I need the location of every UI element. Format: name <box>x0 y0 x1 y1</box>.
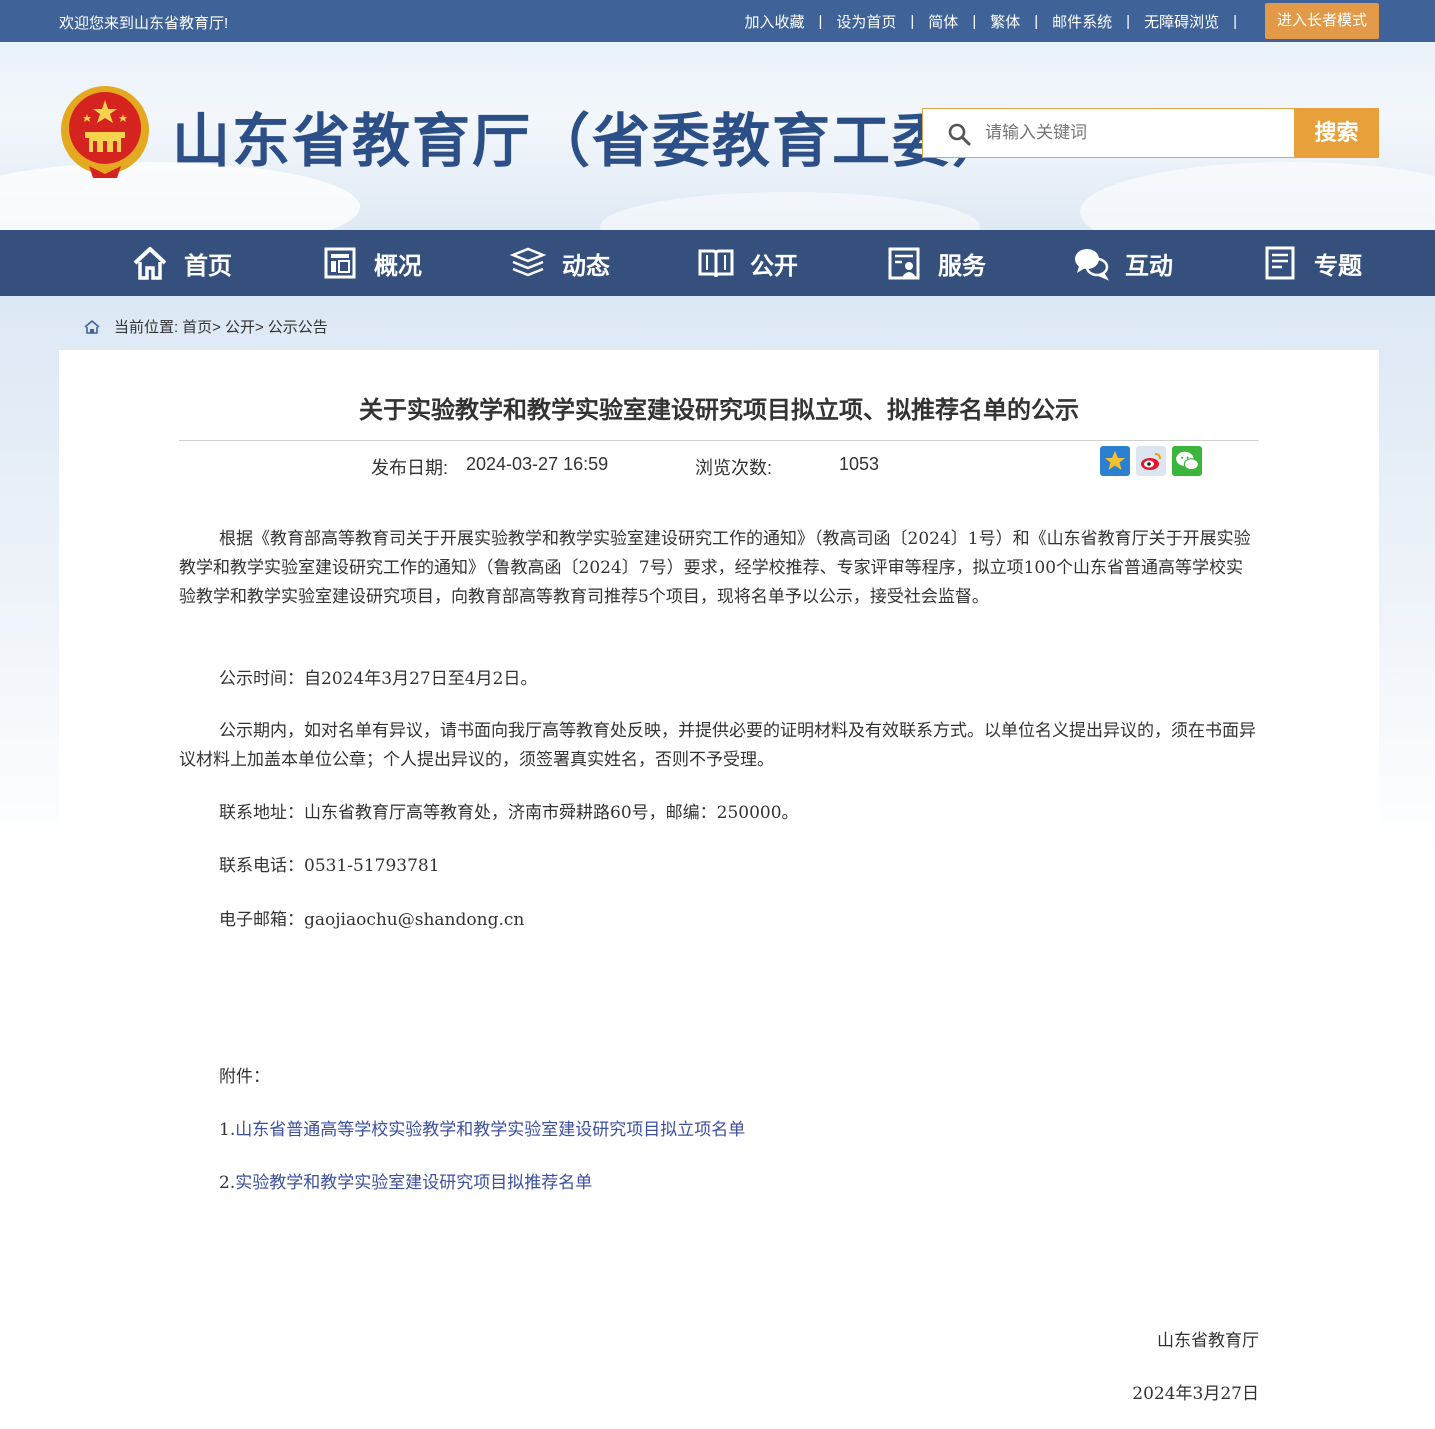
search-button[interactable]: 搜索 <box>1294 108 1379 158</box>
paragraph-2: 公示时间：自2024年3月27日至4月2日。 <box>219 669 538 689</box>
nav-item-interaction[interactable]: 互动 <box>1073 230 1173 296</box>
favorite-share-icon[interactable] <box>1100 446 1130 476</box>
divider: | <box>1233 12 1237 30</box>
attachment-item-2: 2.实验教学和教学实验室建设研究项目拟推荐名单 <box>179 1169 1259 1198</box>
divider: | <box>1126 12 1131 30</box>
divider: | <box>818 12 823 30</box>
attachment-item-1: 1.山东省普通高等学校实验教学和教学实验室建设研究项目拟立项名单 <box>179 1116 1259 1145</box>
site-header: 山东省教育厅（省委教育工委） 搜索 <box>0 42 1435 230</box>
nav-item-topics[interactable]: 专题 <box>1262 230 1362 296</box>
nav-item-public[interactable]: 公开 <box>698 230 798 296</box>
nav-label: 动态 <box>562 252 610 280</box>
nav-item-news[interactable]: 动态 <box>510 230 610 296</box>
nav-item-service[interactable]: 服务 <box>886 230 986 296</box>
divider: | <box>1034 12 1039 30</box>
breadcrumb-home[interactable]: 首页> <box>182 316 221 337</box>
traditional-chinese-link[interactable]: 繁体 <box>990 11 1020 32</box>
signature: 山东省教育厅 <box>1157 1331 1259 1351</box>
service-icon <box>888 247 920 280</box>
site-title: 山东省教育厅（省委教育工委） <box>172 107 1013 175</box>
main-nav: 首页 概况 动态 公开 服务 互动 专题 <box>0 230 1435 296</box>
publish-date-label: 发布日期: <box>371 458 449 478</box>
publish-date-value: 2024-03-27 16:59 <box>466 454 609 474</box>
breadcrumb-prefix: 当前位置: <box>114 319 179 336</box>
add-favorite-link[interactable]: 加入收藏 <box>744 11 804 32</box>
article-card: 关于实验教学和教学实验室建设研究项目拟立项、拟推荐名单的公示 发布日期: 202… <box>59 350 1379 1429</box>
attachment-link-1[interactable]: 山东省普通高等学校实验教学和教学实验室建设研究项目拟立项名单 <box>235 1120 745 1140</box>
nav-label: 服务 <box>938 252 986 280</box>
search-input[interactable] <box>985 119 1275 147</box>
nav-label: 概况 <box>374 252 422 280</box>
welcome-text: 欢迎您来到山东省教育厅! <box>59 15 229 32</box>
search-box <box>922 108 1295 158</box>
chat-icon <box>1075 249 1109 281</box>
national-emblem-icon <box>61 86 149 178</box>
attachment-number: 1. <box>219 1120 236 1140</box>
set-homepage-link[interactable]: 设为首页 <box>836 11 896 32</box>
contact-address: 联系地址：山东省教育厅高等教育处，济南市舜耕路60号，邮编：250000。 <box>219 803 799 823</box>
cloud-decoration <box>1080 162 1435 230</box>
home-small-icon <box>84 319 100 334</box>
signature-date: 2024年3月27日 <box>1132 1384 1259 1404</box>
topic-icon <box>1265 246 1295 280</box>
nav-item-home[interactable]: 首页 <box>132 230 232 296</box>
breadcrumb-announcements[interactable]: 公示公告 <box>268 316 328 337</box>
attachment-link-2[interactable]: 实验教学和教学实验室建设研究项目拟推荐名单 <box>235 1173 592 1193</box>
divider: | <box>910 12 915 30</box>
overview-icon <box>324 247 356 279</box>
breadcrumb-public[interactable]: 公开> <box>225 316 264 337</box>
paragraph-3: 公示期内，如对名单有异议，请书面向我厅高等教育处反映，并提供必要的证明材料及有效… <box>179 721 1256 770</box>
attachment-number: 2. <box>219 1173 236 1193</box>
wechat-share-icon[interactable] <box>1172 446 1202 476</box>
nav-item-overview[interactable]: 概况 <box>322 230 422 296</box>
elder-mode-button[interactable]: 进入长者模式 <box>1264 3 1379 39</box>
contact-email: 电子邮箱：gaojiaochu@shandong.cn <box>219 910 525 930</box>
accessibility-link[interactable]: 无障碍浏览 <box>1144 11 1219 32</box>
news-stack-icon <box>510 247 546 277</box>
breadcrumb: 当前位置: 首页> 公开> 公示公告 <box>84 316 328 337</box>
weibo-share-icon[interactable] <box>1136 446 1166 476</box>
mail-system-link[interactable]: 邮件系统 <box>1052 11 1112 32</box>
nav-label: 互动 <box>1125 252 1173 280</box>
article-title: 关于实验教学和教学实验室建设研究项目拟立项、拟推荐名单的公示 <box>359 397 1079 424</box>
home-icon <box>133 247 167 280</box>
view-count-value: 1053 <box>839 454 880 474</box>
view-count-label: 浏览次数: <box>695 458 773 478</box>
contact-phone: 联系电话：0531-51793781 <box>219 856 440 876</box>
search-icon <box>948 123 971 146</box>
cloud-decoration <box>600 192 980 230</box>
attachments-label: 附件： <box>219 1067 270 1087</box>
simplified-chinese-link[interactable]: 简体 <box>928 11 958 32</box>
nav-label: 专题 <box>1314 252 1362 280</box>
nav-label: 首页 <box>184 252 232 280</box>
divider: | <box>972 12 977 30</box>
nav-label: 公开 <box>750 252 798 280</box>
top-utility-bar: 欢迎您来到山东省教育厅! 加入收藏 | 设为首页 | 简体 | 繁体 | 邮件系… <box>0 0 1435 42</box>
title-divider <box>179 440 1259 441</box>
open-book-icon <box>698 249 734 278</box>
top-links: 加入收藏 | 设为首页 | 简体 | 繁体 | 邮件系统 | 无障碍浏览 | 进… <box>744 0 1379 42</box>
paragraph-1: 根据《教育部高等教育司关于开展实验教学和教学实验室建设研究工作的通知》（教高司函… <box>179 529 1251 607</box>
